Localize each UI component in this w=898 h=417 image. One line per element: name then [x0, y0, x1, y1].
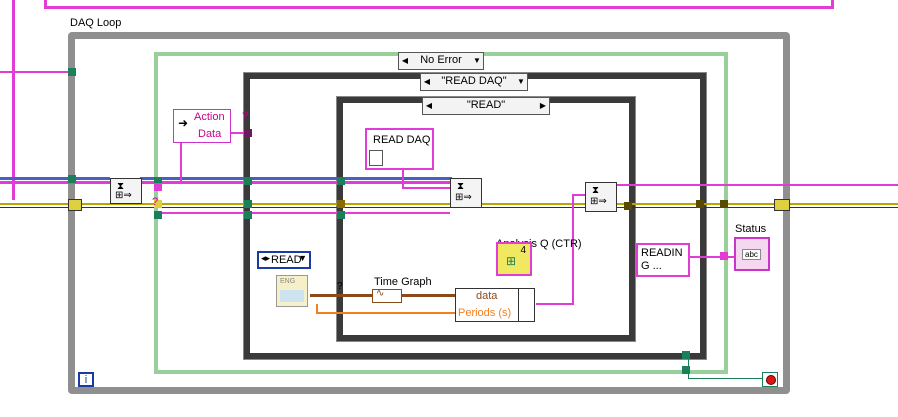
prev-case-arrow-icon[interactable]: ◀: [425, 98, 433, 113]
queue-arrow-icon: ⊞⇒: [455, 192, 472, 203]
tunnel-stop[interactable]: [682, 351, 690, 359]
read-daq-label: READ DAQ: [373, 134, 431, 146]
tunnel-mid-1[interactable]: [244, 177, 252, 185]
bundle-by-name[interactable]: data Periods (s): [455, 288, 535, 322]
stop-icon: [766, 375, 776, 385]
enum-dropdown-icon[interactable]: ▼: [298, 253, 307, 263]
left-vertical-wire: [12, 0, 15, 200]
shift-register-left[interactable]: [68, 199, 82, 211]
prev-case-arrow-icon[interactable]: ◀: [401, 53, 409, 68]
stop-terminal[interactable]: [762, 372, 778, 387]
enqueue-node-center[interactable]: ⧗ ⊞⇒: [450, 178, 482, 208]
tunnel-inner-3[interactable]: [337, 211, 345, 219]
reading-string-constant[interactable]: READIN G ...: [636, 243, 690, 277]
status-label: Status: [735, 223, 767, 235]
bundle-field-periods: Periods (s): [458, 307, 512, 319]
enum-arrow-icon: ◂▸: [261, 253, 271, 263]
queue-icon: ⧗: [457, 181, 465, 192]
next-case-arrow-icon[interactable]: ▶: [539, 98, 547, 113]
top-wire-right: [831, 0, 834, 8]
time-graph-label: Time Graph: [374, 276, 432, 288]
eng-icon: ENG: [280, 278, 296, 285]
bundle-field-data: data: [476, 290, 498, 302]
tunnel-right-2[interactable]: [696, 200, 704, 208]
next-case-arrow-icon[interactable]: ▼: [473, 53, 481, 68]
analysis-queue-node[interactable]: 4 ⊞: [496, 242, 532, 276]
read-daq-wire-h: [402, 187, 452, 189]
unbundle-field-action: Action: [194, 111, 225, 123]
stop-wire: [688, 378, 762, 379]
tunnel-case-2[interactable]: [154, 183, 162, 191]
status-indicator[interactable]: abc: [734, 237, 770, 271]
reading-text: READIN G ...: [641, 247, 683, 272]
bundle-divider: [518, 289, 519, 321]
tunnel-inner-2[interactable]: [337, 200, 345, 208]
case-selector-inner[interactable]: ◀ "READ" ▶: [422, 97, 550, 115]
period-wire-v: [316, 304, 318, 314]
queue-icon: ⊞: [506, 254, 517, 268]
time-graph-terminal[interactable]: ∿: [372, 288, 402, 303]
unbundle-question-icon: ?: [242, 110, 249, 122]
iteration-terminal[interactable]: i: [78, 372, 94, 387]
refnum-wire: [0, 177, 110, 180]
unbundle-by-name[interactable]: ➜ Action Data: [173, 109, 231, 143]
reading-wire: [688, 256, 736, 258]
case-selector-inner-label: "READ": [466, 99, 506, 111]
daq-loop-label: DAQ Loop: [70, 17, 122, 29]
cluster-wire-right: [614, 184, 898, 186]
tunnel-stop-2[interactable]: [682, 366, 690, 374]
queue-icon: ⧗: [592, 185, 600, 196]
cluster-wire-lower: [160, 212, 450, 214]
queue-wire-h: [536, 303, 574, 305]
waveform-icon: ∿: [376, 288, 385, 299]
prev-case-arrow-icon[interactable]: ◀: [423, 74, 431, 89]
unbundle-arrow-icon: ➜: [178, 116, 189, 130]
refnum-wire-2: [140, 177, 452, 180]
case-selector-outer-label: No Error: [420, 54, 462, 66]
tunnel-loop-1[interactable]: [68, 68, 76, 76]
enqueue-node-right[interactable]: ⧗ ⊞⇒: [585, 182, 617, 212]
unbundle-output-terminal[interactable]: [244, 129, 252, 137]
case-selector-middle[interactable]: ◀ "READ DAQ" ▼: [420, 73, 528, 91]
tunnel-loop-2[interactable]: [68, 175, 76, 183]
dequeue-node[interactable]: ⧗ ⊞⇒: [110, 178, 142, 204]
read-daq-node[interactable]: READ DAQ: [365, 128, 434, 170]
unbundle-field-data: Data: [198, 128, 222, 140]
tunnel-right-3[interactable]: [720, 200, 728, 208]
tunnel-mid-3[interactable]: [244, 211, 252, 219]
eng-units-node[interactable]: ENG: [276, 275, 308, 307]
case-question-icon: ?: [152, 196, 159, 208]
case-selector-outer[interactable]: ◀ No Error ▼: [398, 52, 484, 70]
tunnel-mid-2[interactable]: [244, 200, 252, 208]
cluster-wire-left: [0, 71, 70, 73]
analysis-queue-value: 4: [520, 245, 526, 256]
period-wire: [316, 312, 456, 314]
tunnel-case-4[interactable]: [154, 211, 162, 219]
read-daq-wire: [402, 170, 404, 188]
error-wire-dark: [0, 207, 898, 208]
case-selector-middle-label: "READ DAQ": [441, 75, 507, 87]
tunnel-right-4[interactable]: [720, 252, 728, 260]
queue-arrow-icon: ⊞⇒: [115, 190, 132, 201]
eng-icon-bar: [280, 290, 304, 302]
queue-arrow-icon: ⊞⇒: [590, 196, 607, 207]
tunnel-right-1[interactable]: [624, 202, 632, 210]
enum-read-value: READ: [271, 254, 302, 266]
iteration-glyph: i: [84, 374, 88, 386]
eng-question-icon: ?: [337, 281, 343, 292]
tunnel-inner-1[interactable]: [337, 177, 345, 185]
next-case-arrow-icon[interactable]: ▼: [517, 74, 525, 89]
status-icon-text: abc: [742, 249, 761, 260]
top-wire-h: [44, 6, 834, 9]
enum-read-constant[interactable]: ◂▸ READ ▼: [257, 251, 311, 269]
read-daq-box: [369, 150, 383, 166]
shift-register-right[interactable]: [774, 199, 790, 211]
unbundle-to-tunnel: [180, 142, 182, 184]
